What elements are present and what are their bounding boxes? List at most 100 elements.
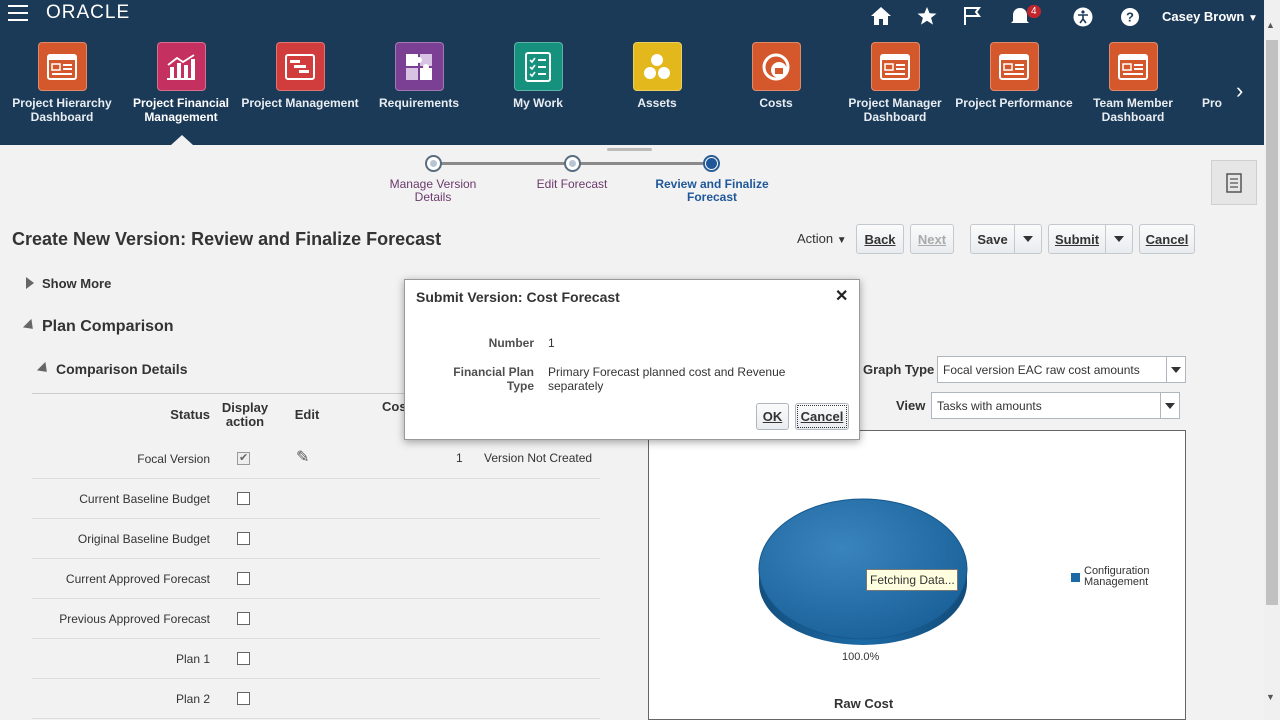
- row-name: Plan 2: [175, 692, 210, 706]
- side-panel-toggle[interactable]: [1211, 160, 1257, 205]
- pencil-edit-icon[interactable]: ✎: [296, 447, 309, 467]
- springboard-label-partial[interactable]: Pro: [1202, 96, 1222, 110]
- row-status: Version Not Created: [484, 451, 593, 465]
- springboard-label: My Work: [513, 96, 563, 110]
- springboard-next-chevron-icon[interactable]: ›: [1236, 78, 1243, 104]
- save-button[interactable]: Save: [970, 224, 1015, 254]
- springboard-assets[interactable]: Assets: [598, 42, 716, 110]
- column-header-cost[interactable]: Cos: [382, 400, 407, 414]
- help-icon[interactable]: ?: [1118, 6, 1142, 28]
- table-row[interactable]: Previous Approved Forecast: [32, 599, 600, 639]
- springboard-project-hierarchy-dashboard[interactable]: Project Hierarchy Dashboard: [3, 42, 121, 124]
- train-stop-edit-forecast[interactable]: [564, 155, 581, 172]
- row-number: 1: [456, 451, 463, 465]
- view-select[interactable]: Tasks with amounts: [931, 392, 1180, 419]
- page-title: Create New Version: Review and Finalize …: [12, 229, 442, 249]
- train-label-manage-version-details[interactable]: Manage Version Details: [383, 178, 483, 204]
- user-menu[interactable]: Casey Brown ▼: [1162, 9, 1258, 24]
- close-icon[interactable]: ✕: [835, 286, 848, 306]
- train-stop-manage-version-details[interactable]: [425, 155, 442, 172]
- display-checkbox[interactable]: [237, 652, 250, 665]
- display-checkbox[interactable]: [237, 532, 250, 545]
- springboard-project-manager-dashboard[interactable]: Project Manager Dashboard: [836, 42, 954, 124]
- table-row[interactable]: Current Approved Forecast: [32, 559, 600, 599]
- home-icon[interactable]: [869, 6, 893, 28]
- plan-comparison-header[interactable]: Plan Comparison: [22, 318, 174, 336]
- plan-type-label: Financial Plan Type: [453, 365, 534, 393]
- chevron-down-icon: [1023, 236, 1033, 242]
- ok-button[interactable]: OK: [756, 403, 789, 430]
- pie-data-label: 100.0%: [842, 651, 880, 663]
- scrollbar-thumb[interactable]: [1266, 40, 1278, 605]
- show-more-label: Show More: [42, 276, 112, 291]
- table-row[interactable]: Focal Version ✎ 1 Version Not Created: [32, 439, 600, 479]
- view-value: Tasks with amounts: [937, 399, 1042, 413]
- chevron-down-icon: ▼: [1248, 13, 1258, 24]
- show-more-toggle[interactable]: Show More: [26, 276, 111, 291]
- table-row[interactable]: Current Baseline Budget: [32, 479, 600, 519]
- gantt-icon: [275, 42, 325, 91]
- row-name: Original Baseline Budget: [77, 532, 210, 546]
- springboard-requirements[interactable]: Requirements: [360, 42, 478, 110]
- springboard-project-management[interactable]: Project Management: [241, 42, 359, 110]
- ok-button-label: OK: [762, 409, 783, 424]
- column-header-status[interactable]: Status: [160, 408, 210, 422]
- springboard-costs[interactable]: Costs: [717, 42, 835, 110]
- springboard-team-member-dashboard[interactable]: Team Member Dashboard: [1074, 42, 1192, 124]
- display-checkbox[interactable]: [237, 572, 250, 585]
- table-row[interactable]: Plan 1: [32, 639, 600, 679]
- submit-menu-button[interactable]: [1105, 224, 1133, 254]
- collapse-icon: [36, 361, 52, 377]
- springboard-project-financial-management[interactable]: Project Financial Management: [122, 42, 240, 124]
- springboard-project-performance[interactable]: Project Performance: [955, 42, 1073, 122]
- submit-button[interactable]: Submit: [1048, 224, 1106, 254]
- chevron-down-icon[interactable]: [1166, 357, 1185, 382]
- cancel-button[interactable]: Cancel: [1139, 224, 1195, 254]
- scroll-down-icon[interactable]: ▼: [1266, 692, 1275, 702]
- graph-type-select[interactable]: Focal version EAC raw cost amounts: [937, 356, 1186, 383]
- springboard-label: Costs: [759, 96, 793, 110]
- next-button[interactable]: Next: [910, 224, 954, 254]
- table-row[interactable]: Plan 2: [32, 679, 600, 719]
- table-row[interactable]: Original Baseline Budget: [32, 519, 600, 559]
- action-menu[interactable]: Action ▼: [797, 231, 847, 246]
- comparison-details-label: Comparison Details: [56, 361, 188, 377]
- springboard-label: Project Performance: [955, 96, 1073, 110]
- display-checkbox[interactable]: [237, 451, 250, 465]
- springboard-label: Assets: [637, 96, 677, 110]
- oracle-logo: ORACLE: [46, 2, 131, 23]
- save-button-label: Save: [977, 231, 1008, 247]
- watchlist-flag-icon[interactable]: [961, 6, 985, 28]
- train-label-edit-forecast[interactable]: Edit Forecast: [522, 178, 622, 191]
- comparison-details-header[interactable]: Comparison Details: [36, 361, 188, 377]
- scroll-up-icon[interactable]: ▲: [1266, 20, 1275, 30]
- accessibility-icon[interactable]: [1071, 6, 1095, 28]
- active-tile-caret: [171, 135, 193, 145]
- chevron-down-icon: [1114, 236, 1124, 242]
- cancel-button-label: Cancel: [1145, 231, 1189, 247]
- dialog-cancel-button[interactable]: Cancel: [795, 403, 849, 430]
- svg-text:?: ?: [1126, 10, 1134, 25]
- springboard-label: Project Manager Dashboard: [848, 96, 942, 124]
- graph-title: Raw Cost: [834, 696, 894, 711]
- notifications-badge: 4: [1027, 5, 1041, 18]
- favorites-star-icon[interactable]: [915, 6, 939, 28]
- dashboard-icon: [37, 42, 87, 91]
- chevron-down-icon: ▼: [836, 235, 847, 246]
- display-checkbox[interactable]: [237, 692, 250, 705]
- chevron-down-icon[interactable]: [1160, 393, 1179, 418]
- column-header-edit[interactable]: Edit: [285, 408, 329, 422]
- display-checkbox[interactable]: [237, 612, 250, 625]
- navigator-menu-icon[interactable]: [8, 5, 28, 21]
- springboard-label: Project Hierarchy Dashboard: [12, 96, 112, 124]
- document-icon: [1226, 172, 1242, 193]
- row-name: Current Approved Forecast: [65, 572, 210, 586]
- column-header-display-action[interactable]: Display action: [220, 401, 270, 429]
- back-button[interactable]: Back: [856, 224, 904, 254]
- display-checkbox[interactable]: [237, 492, 250, 505]
- save-menu-button[interactable]: [1014, 224, 1042, 254]
- splitter-grip[interactable]: [607, 148, 652, 151]
- row-name: Plan 1: [175, 652, 210, 666]
- springboard-my-work[interactable]: My Work: [479, 42, 597, 110]
- checklist-icon: [513, 42, 563, 91]
